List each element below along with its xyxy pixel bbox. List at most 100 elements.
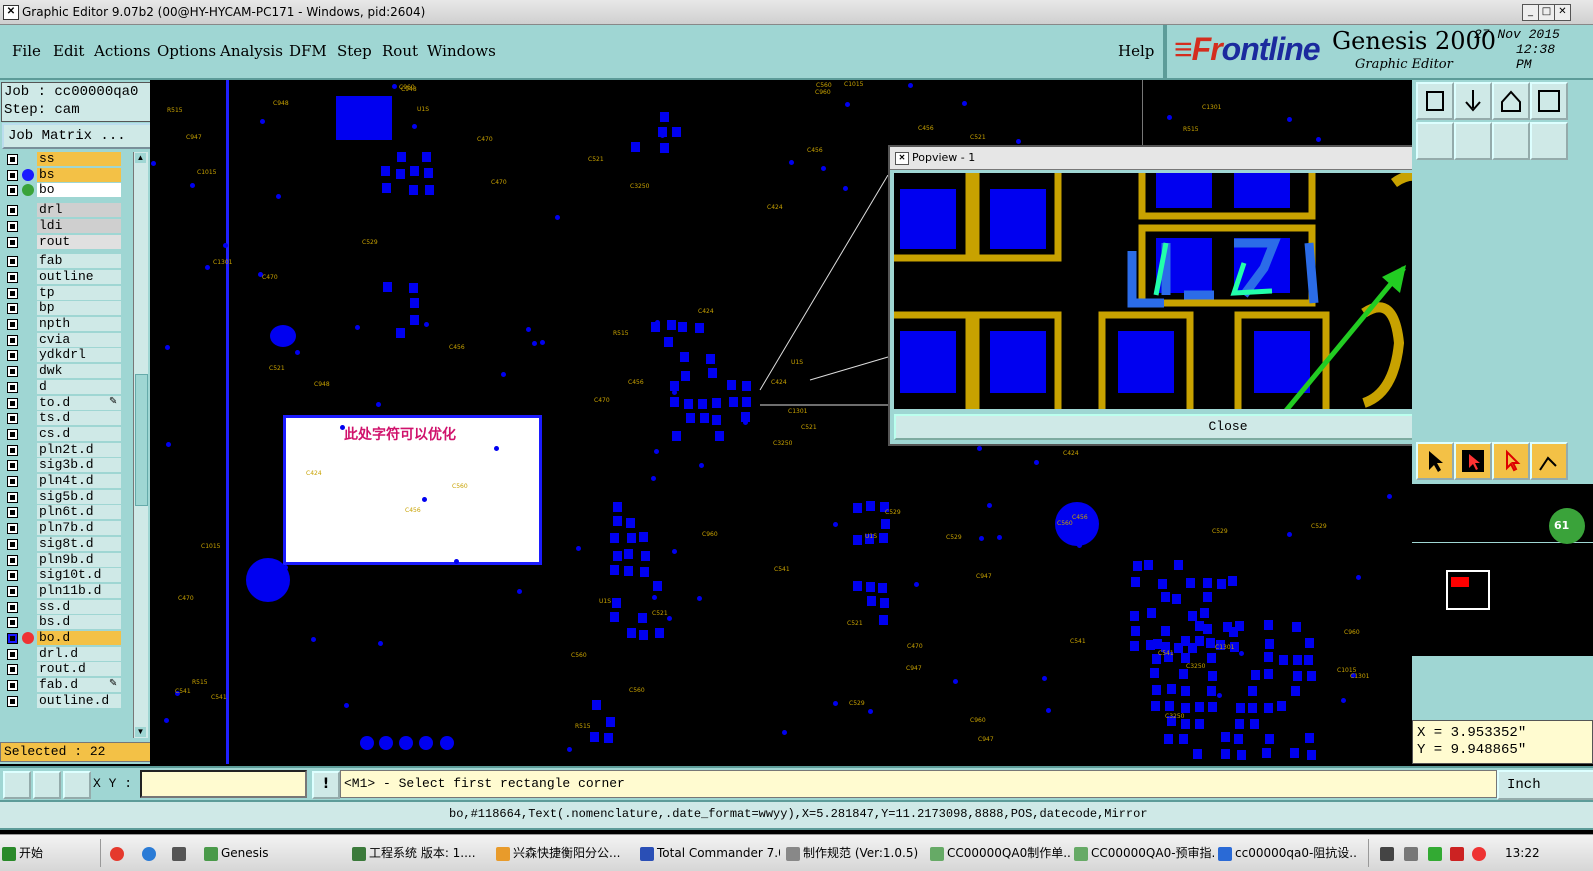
layer-name[interactable]: dwk xyxy=(37,364,121,379)
layer-row-bp[interactable]: bp xyxy=(3,301,133,316)
layer-name[interactable]: cs.d xyxy=(37,426,121,441)
layer-checkbox[interactable] xyxy=(7,169,18,181)
layer-name[interactable]: ts.d xyxy=(37,411,121,426)
layer-row-dwk[interactable]: dwk xyxy=(3,364,133,379)
layer-row-drl[interactable]: drl xyxy=(3,203,133,218)
scroll-down-icon[interactable]: ▼ xyxy=(135,727,146,737)
layer-checkbox[interactable] xyxy=(7,617,18,629)
job-matrix-button[interactable]: Job Matrix ... xyxy=(2,123,152,149)
tray-icon-1[interactable] xyxy=(1380,841,1396,865)
layer-checkbox[interactable] xyxy=(7,585,18,597)
layer-row-bs[interactable]: bs xyxy=(3,167,133,182)
layer-checkbox[interactable] xyxy=(7,303,18,315)
layer-checkbox[interactable] xyxy=(7,256,18,268)
snap-center-icon[interactable] xyxy=(63,771,91,799)
layer-checkbox[interactable] xyxy=(7,570,18,582)
layer-name[interactable]: bs.d xyxy=(37,615,121,630)
layer-row-drl-d[interactable]: drl.d xyxy=(3,646,133,661)
layer-name[interactable]: bp xyxy=(37,301,121,316)
layer-scrollbar[interactable]: ▲ ▼ xyxy=(133,152,148,738)
layer-row-rout-d[interactable]: rout.d xyxy=(3,662,133,677)
house-icon[interactable] xyxy=(1492,82,1530,120)
layer-checkbox[interactable] xyxy=(7,271,18,283)
layer-checkbox[interactable] xyxy=(7,633,18,644)
layer-row-bs-d[interactable]: bs.d xyxy=(3,615,133,630)
menu-edit[interactable]: Edit xyxy=(53,42,84,60)
layer-checkbox[interactable] xyxy=(7,220,18,232)
menu-rout[interactable]: Rout xyxy=(382,42,418,60)
mini-map[interactable]: 61 xyxy=(1412,484,1593,656)
close-window-button[interactable]: ✕ xyxy=(1554,4,1571,21)
tray-icon-4[interactable] xyxy=(1450,841,1466,865)
layer-row-cvia[interactable]: cvia xyxy=(3,332,133,347)
layer-row-bo-d[interactable]: bo.d xyxy=(3,631,133,645)
layer-name[interactable]: d xyxy=(37,379,121,394)
layer-name[interactable]: sig5b.d xyxy=(37,489,121,504)
menu-file[interactable]: File xyxy=(12,42,41,60)
start-button[interactable]: 开始 xyxy=(2,841,44,865)
menu-dfm[interactable]: DFM xyxy=(289,42,327,60)
layer-name[interactable]: npth xyxy=(37,317,121,331)
tool-row2-icon-4[interactable] xyxy=(1530,122,1568,160)
layer-checkbox[interactable] xyxy=(7,523,18,535)
genesis-quick-icon[interactable] xyxy=(172,841,190,865)
units-toggle[interactable]: Inch xyxy=(1497,770,1593,800)
layer-name[interactable]: ydkdrl xyxy=(37,348,121,363)
layer-name[interactable]: outline xyxy=(37,269,121,284)
chrome-icon[interactable] xyxy=(110,841,128,865)
layer-name[interactable]: pln7b.d xyxy=(37,521,121,536)
layer-name[interactable]: cvia xyxy=(37,332,121,347)
layer-checkbox[interactable] xyxy=(7,381,18,393)
layer-name[interactable]: outline.d xyxy=(37,693,121,708)
layer-checkbox[interactable] xyxy=(7,507,18,519)
taskbar-item-review[interactable]: CC00000QA0-预审指... xyxy=(1074,841,1214,865)
taskbar-item-order[interactable]: CC00000QA0制作单... xyxy=(930,841,1070,865)
minimize-button[interactable]: _ xyxy=(1522,4,1539,21)
layer-name[interactable]: tp xyxy=(37,285,121,300)
layer-row-npth[interactable]: npth xyxy=(3,317,133,331)
layer-name[interactable]: ss.d xyxy=(37,599,121,614)
select-net-icon[interactable] xyxy=(1530,442,1568,480)
layer-checkbox[interactable] xyxy=(7,185,18,197)
layer-checkbox[interactable] xyxy=(7,319,18,330)
layer-row-fab-d[interactable]: fab.d ✎ xyxy=(3,678,133,693)
layer-name[interactable]: bo.d xyxy=(37,631,121,645)
tool-row2-icon-3[interactable] xyxy=(1492,122,1530,160)
layer-checkbox[interactable] xyxy=(7,287,18,299)
layer-row-outline-d[interactable]: outline.d xyxy=(3,693,133,708)
layer-row-ss[interactable]: ss xyxy=(3,152,133,166)
taskbar-item-genesis[interactable]: Genesis xyxy=(204,841,344,865)
layer-row-cs-d[interactable]: cs.d xyxy=(3,426,133,441)
scroll-thumb[interactable] xyxy=(135,374,148,506)
taskbar-item-total-commander[interactable]: Total Commander 7.0... xyxy=(640,841,780,865)
snap-angle-icon[interactable] xyxy=(33,771,61,799)
layer-checkbox[interactable] xyxy=(7,397,18,409)
taskbar-item-xingsen[interactable]: 兴森快捷衡阳分公... xyxy=(496,841,636,865)
tray-icon-3[interactable] xyxy=(1428,841,1444,865)
layer-checkbox[interactable] xyxy=(7,154,18,165)
select-box-icon[interactable] xyxy=(1454,442,1492,480)
layer-row-ss-d[interactable]: ss.d xyxy=(3,599,133,614)
layer-name[interactable]: sig10t.d xyxy=(37,568,121,583)
taskbar-item-impedance[interactable]: cc00000qa0-阻抗设... xyxy=(1218,841,1358,865)
tray-icon-2[interactable] xyxy=(1404,841,1420,865)
layer-name[interactable]: fab xyxy=(37,254,121,269)
layer-name[interactable]: sig8t.d xyxy=(37,536,121,551)
layer-row-sig8t-d[interactable]: sig8t.d xyxy=(3,536,133,551)
warning-icon[interactable]: ! xyxy=(312,771,340,799)
taskbar-item-spec[interactable]: 制作规范 (Ver:1.0.5) xyxy=(786,841,926,865)
layer-name[interactable]: pln2t.d xyxy=(37,442,121,457)
layout-icon[interactable] xyxy=(1530,82,1568,120)
layer-name[interactable]: rout.d xyxy=(37,662,121,677)
layer-row-bo[interactable]: bo xyxy=(3,183,133,198)
layer-name[interactable]: ldi xyxy=(37,218,121,233)
layer-name[interactable]: ss xyxy=(37,152,121,166)
xy-input[interactable] xyxy=(140,770,307,798)
menu-windows[interactable]: Windows xyxy=(427,42,496,60)
layer-name[interactable]: rout xyxy=(37,234,121,249)
menu-analysis[interactable]: Analysis xyxy=(220,42,283,60)
layer-row-sig5b-d[interactable]: sig5b.d xyxy=(3,489,133,504)
layer-checkbox[interactable] xyxy=(7,413,18,425)
layer-checkbox[interactable] xyxy=(7,460,18,472)
layer-checkbox[interactable] xyxy=(7,205,18,217)
